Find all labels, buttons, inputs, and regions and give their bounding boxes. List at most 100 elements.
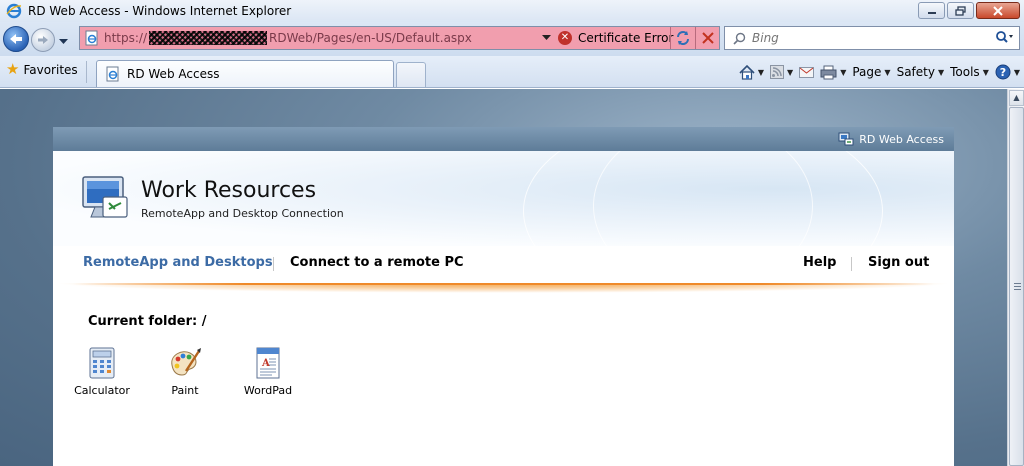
redacted-host	[149, 31, 268, 45]
stop-button[interactable]	[695, 27, 719, 49]
back-button[interactable]	[3, 26, 29, 52]
navigation-bar: https:// RDWeb/Pages/en-US/Default.aspx …	[0, 22, 1024, 56]
restore-button[interactable]	[947, 2, 974, 19]
help-link[interactable]: Help	[803, 255, 836, 270]
chevron-down-icon: ▼	[982, 67, 989, 77]
feeds-button[interactable]: ▼	[770, 65, 793, 79]
back-arrow-icon	[10, 34, 22, 44]
divider	[86, 61, 87, 83]
chevron-down-icon	[542, 35, 551, 40]
search-input[interactable]	[752, 31, 982, 45]
svg-text:A: A	[261, 358, 270, 369]
page-menu-label: Page	[852, 65, 882, 79]
url-prefix: https://	[104, 31, 148, 45]
search-icon	[996, 31, 1013, 43]
close-window-button[interactable]	[976, 2, 1020, 19]
window-title: RD Web Access - Windows Internet Explore…	[28, 4, 292, 18]
current-folder-label: Current folder: /	[88, 314, 207, 329]
rd-top-bar: RD Web Access	[53, 127, 954, 151]
app-label: Calculator	[74, 384, 130, 397]
close-icon	[993, 5, 1003, 16]
page-menu[interactable]: Page ▼	[852, 65, 890, 79]
vertical-scrollbar[interactable]: ▲	[1007, 89, 1024, 466]
browser-tab-active[interactable]: RD Web Access	[96, 60, 394, 87]
new-tab-button[interactable]	[396, 62, 426, 87]
refresh-icon	[676, 31, 689, 45]
divider	[273, 257, 274, 271]
restore-icon	[954, 5, 966, 16]
recent-pages-dropdown[interactable]	[59, 34, 68, 48]
home-button[interactable]: ▼	[739, 64, 765, 80]
app-paint[interactable]: Paint	[150, 347, 220, 397]
certificate-error-button[interactable]: ✕ Certificate Error	[558, 27, 673, 49]
search-provider-icon	[733, 32, 746, 45]
chevron-down-icon: ▼	[884, 67, 891, 77]
page-icon	[85, 30, 98, 46]
minimize-icon	[927, 11, 936, 14]
app-label: Paint	[171, 384, 199, 397]
sign-out-link[interactable]: Sign out	[868, 255, 929, 270]
favorites-label: Favorites	[23, 62, 78, 77]
address-dropdown[interactable]	[542, 33, 551, 44]
internet-explorer-icon	[6, 3, 22, 19]
safety-menu-label: Safety	[896, 65, 935, 79]
safety-menu[interactable]: Safety ▼	[897, 65, 945, 79]
minimize-button[interactable]	[918, 2, 945, 19]
app-wordpad[interactable]: A WordPad	[233, 347, 303, 397]
globe-decoration	[593, 151, 813, 246]
app-calculator[interactable]: Calculator	[67, 347, 137, 397]
home-icon	[739, 64, 755, 80]
certificate-error-icon: ✕	[558, 31, 572, 45]
wordpad-icon: A	[256, 347, 280, 379]
favorites-star-icon: ★	[6, 60, 20, 78]
calculator-icon	[89, 347, 115, 379]
help-icon: ?	[995, 64, 1011, 80]
chevron-down-icon: ▼	[1013, 67, 1020, 77]
printer-icon	[820, 65, 837, 79]
tools-menu[interactable]: Tools ▼	[950, 65, 989, 79]
stop-icon	[701, 32, 714, 44]
print-button[interactable]: ▼	[820, 65, 846, 80]
window-title-bar: RD Web Access - Windows Internet Explore…	[0, 0, 1024, 22]
address-bar[interactable]: https:// RDWeb/Pages/en-US/Default.aspx …	[79, 26, 720, 50]
scroll-up-button[interactable]: ▲	[1009, 90, 1024, 106]
tab-title: RD Web Access	[127, 67, 220, 81]
chevron-down-icon: ▼	[757, 67, 765, 77]
tab-connect-to-remote-pc[interactable]: Connect to a remote PC	[290, 255, 464, 270]
search-box[interactable]	[724, 26, 1020, 50]
rss-feed-icon	[770, 65, 785, 79]
page-subtitle: RemoteApp and Desktop Connection	[141, 207, 344, 220]
nav-underline	[53, 283, 954, 293]
scrollbar-grip-icon	[1014, 283, 1021, 290]
refresh-button[interactable]	[670, 27, 694, 49]
chevron-down-icon: ▼	[787, 67, 794, 77]
chevron-down-icon: ▼	[840, 67, 847, 77]
scrollbar-thumb[interactable]	[1009, 107, 1024, 466]
paint-palette-icon	[171, 348, 201, 376]
read-mail-button[interactable]	[799, 66, 815, 78]
url-path: RDWeb/Pages/en-US/Default.aspx	[269, 31, 472, 45]
search-button[interactable]	[995, 31, 1013, 48]
favorites-bar: ★ Favorites RD Web Access ▼ ▼ ▼ Page ▼ S…	[0, 56, 1024, 88]
divider	[851, 257, 852, 271]
page-icon	[106, 66, 119, 82]
rd-web-access-icon	[838, 132, 854, 146]
rd-navigation: RemoteApp and Desktops Connect to a remo…	[53, 246, 954, 282]
tools-menu-label: Tools	[950, 65, 980, 79]
tab-remoteapp-and-desktops[interactable]: RemoteApp and Desktops	[83, 255, 273, 270]
page-title: Work Resources	[141, 178, 317, 203]
forward-arrow-icon	[38, 36, 48, 44]
chevron-down-icon	[59, 39, 68, 44]
rd-top-label: RD Web Access	[859, 132, 944, 146]
rd-web-access-page: RD Web Access Work Resources RemoteApp a…	[53, 127, 954, 466]
command-bar: ▼ ▼ ▼ Page ▼ Safety ▼ Tools ▼ ? ▼	[739, 62, 1020, 82]
chevron-down-icon: ▼	[937, 67, 945, 77]
certificate-error-label: Certificate Error	[578, 31, 674, 45]
svg-text:?: ?	[1000, 66, 1006, 79]
help-menu[interactable]: ? ▼	[995, 64, 1020, 80]
favorites-button[interactable]: ★ Favorites	[6, 62, 78, 77]
rd-header: Work Resources RemoteApp and Desktop Con…	[53, 151, 954, 246]
remote-desktop-logo-icon	[82, 176, 128, 218]
mail-icon	[799, 67, 815, 78]
forward-button[interactable]	[31, 28, 55, 52]
